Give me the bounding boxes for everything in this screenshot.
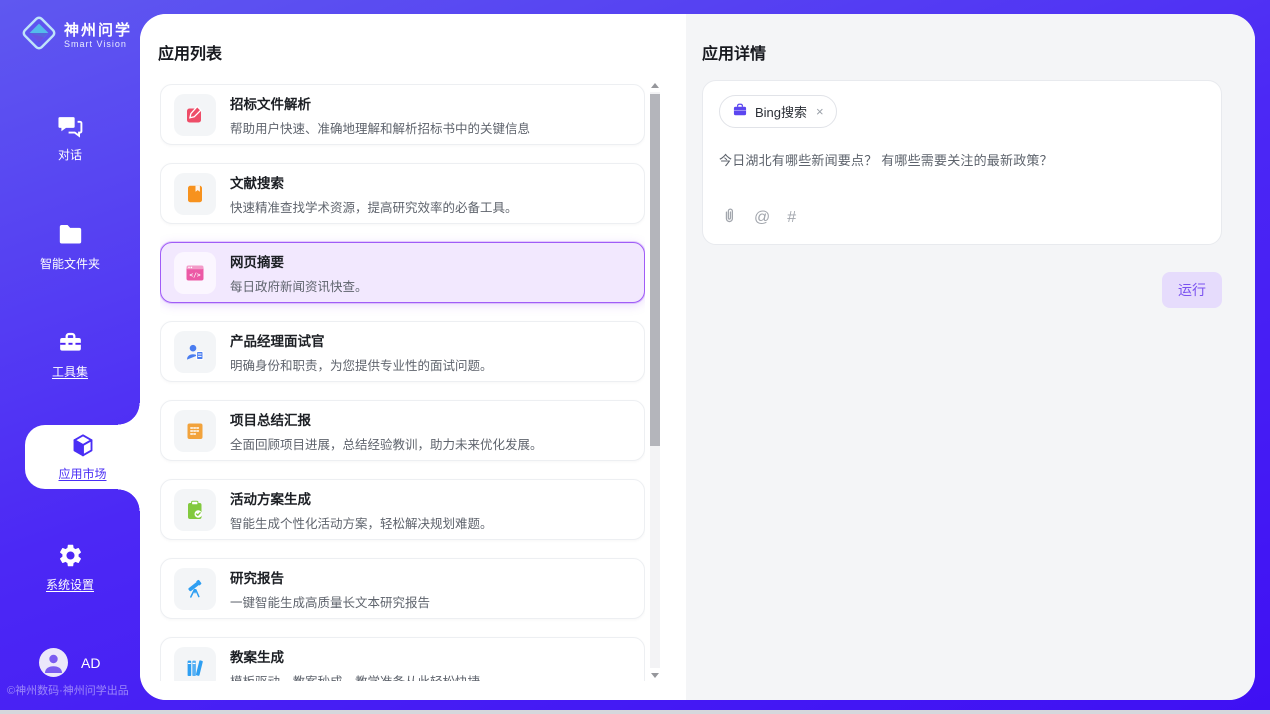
scroll-down-button[interactable]	[650, 670, 660, 680]
sidebar-item-settings[interactable]: 系统设置	[0, 542, 140, 593]
app-card-description: 智能生成个性化活动方案，轻松解决规划难题。	[230, 513, 493, 532]
app-card-pm-interviewer[interactable]: 产品经理面试官 明确身份和职责，为您提供专业性的面试问题。	[160, 321, 645, 382]
clipboard-check-icon	[174, 489, 216, 531]
prompt-editor[interactable]: Bing搜索 × 今日湖北有哪些新闻要点？ 有哪些需要关注的最新政策？ @ #	[702, 80, 1222, 245]
chat-icon	[57, 112, 84, 139]
briefcase-icon	[732, 102, 748, 121]
sidebar-item-label: 对话	[58, 146, 82, 163]
attachment-toolbar: @ #	[721, 206, 796, 229]
app-card-web-summary[interactable]: </> 网页摘要 每日政府新闻资讯快查。	[160, 242, 645, 303]
app-card-title: 研究报告	[230, 567, 430, 587]
logo-diamond-icon	[20, 14, 58, 57]
scroll-up-button[interactable]	[650, 80, 660, 90]
app-list-panel: 应用列表 招标文件解析 帮助用户快速、准确地理解和解析招标书中的关键信息	[140, 14, 686, 700]
books-icon	[174, 647, 216, 682]
copyright: ©神州数码·神州问学出品	[7, 682, 129, 698]
scrollbar-track[interactable]	[650, 92, 660, 668]
app-detail-title: 应用详情	[702, 40, 766, 64]
app-card-description: 一键智能生成高质量长文本研究报告	[230, 592, 430, 611]
app-detail-panel: 应用详情 Bing搜索 × 今日湖北有哪些新闻要点？ 有哪些需要关注的最新政策？	[686, 14, 1255, 700]
prompt-text[interactable]: 今日湖北有哪些新闻要点？ 有哪些需要关注的最新政策？	[719, 150, 1205, 169]
app-list-title: 应用列表	[158, 40, 222, 64]
mention-at-icon[interactable]: @	[754, 209, 770, 227]
interviewer-icon	[174, 331, 216, 373]
app-card-description: 全面回顾项目进展，总结经验教训，助力未来优化发展。	[230, 434, 543, 453]
app-card-project-summary[interactable]: 项目总结汇报 全面回顾项目进展，总结经验教训，助力未来优化发展。	[160, 400, 645, 461]
close-icon[interactable]: ×	[816, 105, 824, 118]
content-shell: 应用列表 招标文件解析 帮助用户快速、准确地理解和解析招标书中的关键信息	[140, 14, 1255, 700]
user-badge[interactable]: AD	[39, 648, 100, 677]
logo-subtitle: Smart Vision	[64, 39, 132, 49]
tab-curve-bottom	[118, 489, 140, 511]
logo-title: 神州问学	[64, 22, 132, 39]
tool-tag-bing-search[interactable]: Bing搜索 ×	[719, 95, 837, 128]
sidebar-item-label: 应用市场	[58, 465, 106, 482]
gear-icon	[57, 542, 84, 569]
paperclip-icon[interactable]	[721, 206, 737, 229]
sidebar-item-toolkit[interactable]: 工具集	[0, 329, 140, 380]
sidebar-item-chat[interactable]: 对话	[0, 112, 140, 163]
app-card-research-report[interactable]: 研究报告 一键智能生成高质量长文本研究报告	[160, 558, 645, 619]
app-card-bid-parse[interactable]: 招标文件解析 帮助用户快速、准确地理解和解析招标书中的关键信息	[160, 84, 645, 145]
tab-curve-top	[118, 403, 140, 425]
list-scrollbar	[650, 80, 660, 680]
app-window: 神州问学 Smart Vision 对话 智能文件夹	[0, 0, 1270, 710]
sidebar-item-smart-folder[interactable]: 智能文件夹	[0, 221, 140, 272]
app-card-title: 文献搜索	[230, 172, 518, 192]
avatar	[39, 648, 68, 677]
app-card-lesson-plan[interactable]: 教案生成 模板驱动，教案秒成，教学准备从此轻松快捷	[160, 637, 645, 681]
toolbox-icon	[57, 329, 84, 356]
app-card-description: 快速精准查找学术资源，提高研究效率的必备工具。	[230, 197, 518, 216]
book-icon	[174, 173, 216, 215]
app-card-title: 产品经理面试官	[230, 330, 493, 350]
app-card-title: 项目总结汇报	[230, 409, 543, 429]
app-card-description: 模板驱动，教案秒成，教学准备从此轻松快捷	[230, 671, 480, 682]
scrollbar-thumb[interactable]	[650, 94, 660, 446]
sidebar-item-app-market[interactable]: 应用市场	[25, 425, 140, 489]
cube-icon	[69, 432, 97, 460]
app-card-list: 招标文件解析 帮助用户快速、准确地理解和解析招标书中的关键信息 文献搜索 快速精…	[160, 84, 645, 681]
app-card-title: 招标文件解析	[230, 93, 530, 113]
hash-icon[interactable]: #	[787, 209, 796, 227]
edit-square-icon	[174, 94, 216, 136]
app-card-event-plan[interactable]: 活动方案生成 智能生成个性化活动方案，轻松解决规划难题。	[160, 479, 645, 540]
app-card-description: 帮助用户快速、准确地理解和解析招标书中的关键信息	[230, 118, 530, 137]
logo: 神州问学 Smart Vision	[20, 14, 132, 57]
sidebar-item-label: 系统设置	[46, 576, 94, 593]
user-name: AD	[81, 655, 100, 671]
browser-code-icon: </>	[174, 252, 216, 294]
sidebar-item-label: 智能文件夹	[40, 255, 100, 272]
run-button[interactable]: 运行	[1162, 272, 1222, 308]
app-card-description: 每日政府新闻资讯快查。	[230, 276, 368, 295]
tool-tag-label: Bing搜索	[755, 102, 807, 121]
sidebar: 神州问学 Smart Vision 对话 智能文件夹	[0, 0, 140, 710]
report-note-icon	[174, 410, 216, 452]
sidebar-item-label: 工具集	[52, 363, 88, 380]
app-card-description: 明确身份和职责，为您提供专业性的面试问题。	[230, 355, 493, 374]
folder-icon	[57, 221, 84, 248]
app-card-literature-search[interactable]: 文献搜索 快速精准查找学术资源，提高研究效率的必备工具。	[160, 163, 645, 224]
svg-text:</>: </>	[189, 271, 200, 278]
app-card-title: 网页摘要	[230, 251, 368, 271]
research-icon	[174, 568, 216, 610]
app-card-title: 教案生成	[230, 646, 480, 666]
app-card-title: 活动方案生成	[230, 488, 493, 508]
